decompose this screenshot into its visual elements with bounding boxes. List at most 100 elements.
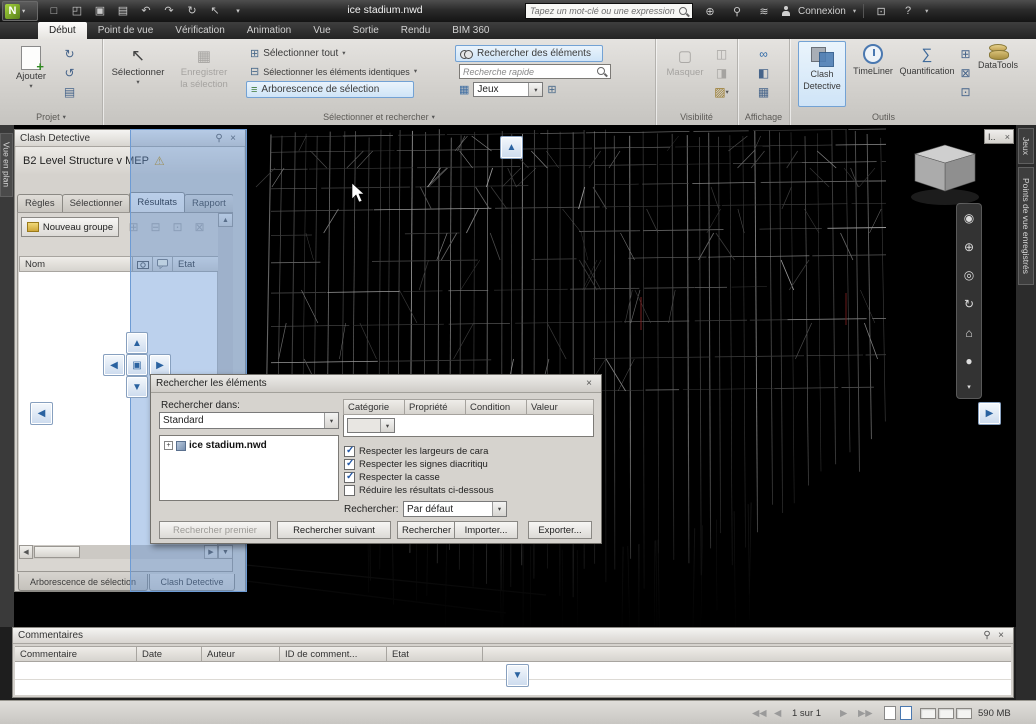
find-tree-panel[interactable]: + ice stadium.nwd [159,435,339,501]
application-menu-button[interactable]: N ▾ [2,1,38,21]
jeux-dropdown[interactable]: Jeux ▾ [473,82,544,97]
clash-detective-button[interactable]: Clash Detective [798,41,846,107]
col-condition[interactable]: Condition [465,399,527,415]
results-header-nom[interactable]: Nom [19,256,133,272]
tree-expander-icon[interactable]: + [164,441,173,450]
chevron-down-icon[interactable]: ▾ [324,413,338,428]
undo-icon[interactable]: ↶ [136,2,156,19]
tab-regles[interactable]: Règles [17,194,63,212]
tab-animation[interactable]: Animation [236,22,302,39]
dock-target-left[interactable]: ◀ [30,402,53,425]
scroll-up-icon[interactable]: ▲ [218,213,233,227]
clash-panel-titlebar[interactable]: Clash Detective ⚲ × [15,130,245,147]
help-chevron-icon[interactable]: ▾ [925,8,928,15]
comments-col-etat[interactable]: Etat [387,646,483,662]
bottom-tab-clash-detective[interactable]: Clash Detective [149,574,235,591]
find-conditions-grid[interactable]: ▾ [343,415,594,437]
chevron-down-icon[interactable]: ▾ [528,83,543,96]
refresh-icon[interactable]: ↻ [182,2,202,19]
nouveau-groupe-button[interactable]: Nouveau groupe [21,217,119,237]
close-icon[interactable]: × [994,630,1008,641]
scroll-right-icon[interactable]: ▶ [204,545,218,559]
tab-resultats[interactable]: Résultats [129,192,185,212]
compare-icon[interactable]: ⊞ [956,45,975,63]
collapsed-panel-header[interactable]: I.. × [984,129,1014,144]
option-match-diacritics[interactable]: Respecter les signes diacritiqu [344,459,596,470]
dock-cluster-up[interactable]: ▲ [126,332,148,354]
enregistrer-selection-button[interactable]: ▦ Enregistrer la sélection [166,43,242,90]
orbit-icon[interactable]: ↻ [964,297,974,311]
quantification-button[interactable]: ∑ Quantification [898,41,956,107]
comments-col-date[interactable]: Date [137,646,202,662]
links-icon[interactable]: ∞ [754,45,773,63]
selectionner-tout-button[interactable]: ⊞ Sélectionner tout ▾ [246,45,451,62]
rechercher-tout-button[interactable]: Rechercher tout [397,521,455,539]
print-icon[interactable]: ▤ [113,2,133,19]
save-file-icon[interactable]: ▣ [90,2,110,19]
batch-utility-icon[interactable]: ⊠ [956,64,975,82]
reset-all-icon[interactable]: ↺ [60,64,79,82]
datatools-button[interactable]: DataTools [974,41,1022,107]
require-icon[interactable]: ◫ [712,45,731,63]
rechercher-elements-button[interactable]: Rechercher des éléments [455,45,603,62]
assign-icon[interactable]: ⊡ [168,218,187,236]
next-sheet-icon[interactable]: ▶ [840,701,847,724]
refresh-model-icon[interactable]: ↻ [60,45,79,63]
unhide-all-icon[interactable]: ▨ ▾ [712,83,731,101]
tab-verification[interactable]: Vérification [164,22,235,39]
option-prune-below[interactable]: Réduire les résultats ci-dessous [344,485,596,496]
quick-properties-icon[interactable]: ◧ [754,64,773,82]
titlebar-search-box[interactable] [525,3,693,19]
results-header-comment[interactable] [152,256,173,272]
dock-target-right[interactable]: ▶ [978,402,1001,425]
tab-debut[interactable]: Début [38,22,87,39]
search-icon[interactable] [678,6,689,17]
tab-rapport[interactable]: Rapport [184,194,233,212]
tab-rendu[interactable]: Rendu [390,22,441,39]
option-match-character-widths[interactable]: Respecter les largeurs de cara [344,446,596,457]
search-mode-dropdown[interactable]: Par défaut ▾ [403,501,507,517]
tab-selectionner[interactable]: Sélectionner [61,194,131,212]
select-tool-icon[interactable]: ↖ [205,2,225,19]
community-icon[interactable]: ≋ [754,3,774,20]
masquer-button[interactable]: ▢ Masquer [662,43,708,78]
tree-item-label[interactable]: ice stadium.nwd [189,440,267,451]
tab-sortie[interactable]: Sortie [342,22,390,39]
comments-col-auteur[interactable]: Auteur [202,646,280,662]
help-icon[interactable]: ? [898,3,918,20]
navbar-more-icon[interactable]: ▾ [967,383,971,391]
key-icon[interactable]: ⚲ [727,3,747,20]
exchange-apps-icon[interactable]: ⊡ [871,3,891,20]
col-propriete[interactable]: Propriété [404,399,466,415]
tab-vue-en-plan[interactable]: Vue en plan [0,133,13,197]
pin-icon[interactable]: ⚲ [980,630,994,641]
sheet-browser-icon[interactable] [884,701,896,724]
bottom-tab-arborescence[interactable]: Arborescence de sélection [18,574,148,591]
close-icon[interactable]: × [226,133,240,144]
checkbox-icon[interactable] [344,446,355,457]
viewcube[interactable] [911,144,979,205]
look-icon[interactable]: ⌂ [965,326,972,340]
tab-point-de-vue[interactable]: Point de vue [87,22,165,39]
quick-search-box[interactable] [459,64,611,79]
clash-test-header[interactable]: B2 Level Structure v MEP ⚠ [16,147,244,175]
timeliner-button[interactable]: TimeLiner [850,41,896,107]
properties-icon[interactable]: ▦ [754,83,773,101]
zoom-icon[interactable]: ◎ [964,268,974,282]
ajouter-button[interactable]: Ajouter ▾ [8,43,54,90]
new-file-icon[interactable]: □ [44,2,64,19]
redo-icon[interactable]: ↷ [159,2,179,19]
connexion-label[interactable]: Connexion [798,6,846,17]
scroll-left-icon[interactable]: ◀ [19,545,33,559]
checkbox-icon[interactable] [344,485,355,496]
tab-points-de-vue[interactable]: Points de vue enregistrés [1018,167,1034,285]
category-dropdown[interactable]: ▾ [347,418,395,433]
quick-search-input[interactable] [460,66,593,77]
prev-sheet-icon[interactable]: ◀ [774,701,781,724]
dock-cluster-down[interactable]: ▼ [126,376,148,398]
connexion-chevron-icon[interactable]: ▾ [853,8,856,15]
last-sheet-icon[interactable]: ▶▶ [858,701,873,724]
dock-target-top[interactable]: ▲ [500,136,523,159]
results-hscrollbar[interactable]: ◀ ▶ [19,545,218,559]
hide-unselected-icon[interactable]: ◨ [712,64,731,82]
